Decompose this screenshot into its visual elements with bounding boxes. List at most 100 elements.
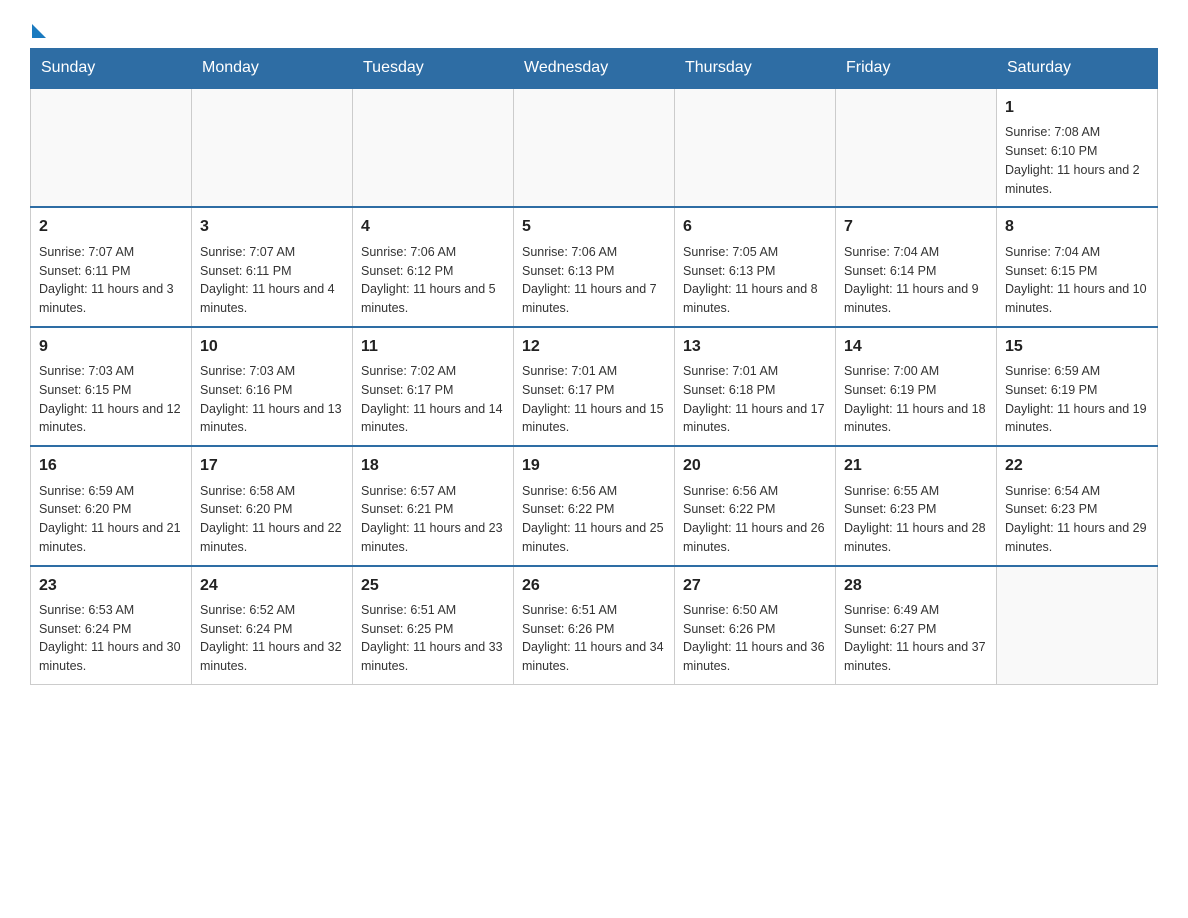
- day-number: 12: [522, 336, 666, 358]
- calendar-header-row: SundayMondayTuesdayWednesdayThursdayFrid…: [31, 49, 1158, 89]
- day-info: Sunrise: 6:51 AM Sunset: 6:26 PM Dayligh…: [522, 601, 666, 676]
- calendar-day-cell: 20 Sunrise: 6:56 AM Sunset: 6:22 PM Dayli…: [675, 446, 836, 565]
- calendar-day-cell: 24 Sunrise: 6:52 AM Sunset: 6:24 PM Dayli…: [192, 566, 353, 685]
- calendar-day-cell: 8 Sunrise: 7:04 AM Sunset: 6:15 PM Daylig…: [997, 207, 1158, 326]
- calendar-table: SundayMondayTuesdayWednesdayThursdayFrid…: [30, 48, 1158, 685]
- calendar-day-cell: [997, 566, 1158, 685]
- day-number: 21: [844, 455, 988, 477]
- day-info: Sunrise: 6:54 AM Sunset: 6:23 PM Dayligh…: [1005, 482, 1149, 557]
- calendar-day-cell: [192, 88, 353, 207]
- day-info: Sunrise: 6:56 AM Sunset: 6:22 PM Dayligh…: [522, 482, 666, 557]
- logo: [30, 20, 46, 38]
- day-number: 27: [683, 575, 827, 597]
- calendar-day-cell: 1 Sunrise: 7:08 AM Sunset: 6:10 PM Daylig…: [997, 88, 1158, 207]
- calendar-day-cell: [514, 88, 675, 207]
- day-info: Sunrise: 6:52 AM Sunset: 6:24 PM Dayligh…: [200, 601, 344, 676]
- day-info: Sunrise: 7:05 AM Sunset: 6:13 PM Dayligh…: [683, 243, 827, 318]
- day-info: Sunrise: 6:57 AM Sunset: 6:21 PM Dayligh…: [361, 482, 505, 557]
- day-number: 5: [522, 216, 666, 238]
- day-info: Sunrise: 6:50 AM Sunset: 6:26 PM Dayligh…: [683, 601, 827, 676]
- day-number: 20: [683, 455, 827, 477]
- day-number: 3: [200, 216, 344, 238]
- calendar-day-header: Tuesday: [353, 49, 514, 89]
- calendar-day-cell: 26 Sunrise: 6:51 AM Sunset: 6:26 PM Dayli…: [514, 566, 675, 685]
- day-number: 4: [361, 216, 505, 238]
- day-info: Sunrise: 7:04 AM Sunset: 6:15 PM Dayligh…: [1005, 243, 1149, 318]
- day-info: Sunrise: 6:56 AM Sunset: 6:22 PM Dayligh…: [683, 482, 827, 557]
- day-info: Sunrise: 6:53 AM Sunset: 6:24 PM Dayligh…: [39, 601, 183, 676]
- calendar-day-cell: 7Sunrise: 7:04 AM Sunset: 6:14 PM Daylig…: [836, 207, 997, 326]
- day-number: 24: [200, 575, 344, 597]
- calendar-day-cell: 4 Sunrise: 7:06 AM Sunset: 6:12 PM Daylig…: [353, 207, 514, 326]
- day-number: 25: [361, 575, 505, 597]
- calendar-day-cell: 27 Sunrise: 6:50 AM Sunset: 6:26 PM Dayli…: [675, 566, 836, 685]
- day-info: Sunrise: 7:01 AM Sunset: 6:18 PM Dayligh…: [683, 362, 827, 437]
- calendar-day-cell: 12 Sunrise: 7:01 AM Sunset: 6:17 PM Dayli…: [514, 327, 675, 446]
- day-number: 1: [1005, 97, 1149, 119]
- logo-arrow-icon: [32, 24, 46, 38]
- calendar-day-cell: 13 Sunrise: 7:01 AM Sunset: 6:18 PM Dayli…: [675, 327, 836, 446]
- day-number: 6: [683, 216, 827, 238]
- calendar-day-cell: 25 Sunrise: 6:51 AM Sunset: 6:25 PM Dayli…: [353, 566, 514, 685]
- day-number: 16: [39, 455, 183, 477]
- day-info: Sunrise: 6:51 AM Sunset: 6:25 PM Dayligh…: [361, 601, 505, 676]
- calendar-day-cell: 19 Sunrise: 6:56 AM Sunset: 6:22 PM Dayli…: [514, 446, 675, 565]
- day-info: Sunrise: 6:55 AM Sunset: 6:23 PM Dayligh…: [844, 482, 988, 557]
- calendar-day-cell: 10 Sunrise: 7:03 AM Sunset: 6:16 PM Dayli…: [192, 327, 353, 446]
- calendar-day-cell: [31, 88, 192, 207]
- day-number: 19: [522, 455, 666, 477]
- day-number: 26: [522, 575, 666, 597]
- day-info: Sunrise: 7:07 AM Sunset: 6:11 PM Dayligh…: [39, 243, 183, 318]
- day-info: Sunrise: 7:03 AM Sunset: 6:16 PM Dayligh…: [200, 362, 344, 437]
- day-number: 13: [683, 336, 827, 358]
- calendar-day-cell: 3 Sunrise: 7:07 AM Sunset: 6:11 PM Daylig…: [192, 207, 353, 326]
- day-number: 15: [1005, 336, 1149, 358]
- day-number: 17: [200, 455, 344, 477]
- calendar-week-row: 23 Sunrise: 6:53 AM Sunset: 6:24 PM Dayli…: [31, 566, 1158, 685]
- calendar-day-cell: 15 Sunrise: 6:59 AM Sunset: 6:19 PM Dayli…: [997, 327, 1158, 446]
- calendar-day-header: Saturday: [997, 49, 1158, 89]
- calendar-week-row: 16 Sunrise: 6:59 AM Sunset: 6:20 PM Dayli…: [31, 446, 1158, 565]
- day-info: Sunrise: 7:01 AM Sunset: 6:17 PM Dayligh…: [522, 362, 666, 437]
- calendar-week-row: 9 Sunrise: 7:03 AM Sunset: 6:15 PM Daylig…: [31, 327, 1158, 446]
- calendar-day-header: Friday: [836, 49, 997, 89]
- day-info: Sunrise: 6:58 AM Sunset: 6:20 PM Dayligh…: [200, 482, 344, 557]
- calendar-day-header: Thursday: [675, 49, 836, 89]
- day-number: 8: [1005, 216, 1149, 238]
- calendar-day-header: Wednesday: [514, 49, 675, 89]
- calendar-week-row: 1 Sunrise: 7:08 AM Sunset: 6:10 PM Daylig…: [31, 88, 1158, 207]
- calendar-day-cell: 11 Sunrise: 7:02 AM Sunset: 6:17 PM Dayli…: [353, 327, 514, 446]
- day-number: 28: [844, 575, 988, 597]
- day-info: Sunrise: 6:59 AM Sunset: 6:19 PM Dayligh…: [1005, 362, 1149, 437]
- day-number: 7: [844, 216, 988, 238]
- page-header: [30, 20, 1158, 38]
- day-info: Sunrise: 6:59 AM Sunset: 6:20 PM Dayligh…: [39, 482, 183, 557]
- calendar-day-cell: 17 Sunrise: 6:58 AM Sunset: 6:20 PM Dayli…: [192, 446, 353, 565]
- calendar-day-cell: 22Sunrise: 6:54 AM Sunset: 6:23 PM Dayli…: [997, 446, 1158, 565]
- day-info: Sunrise: 7:07 AM Sunset: 6:11 PM Dayligh…: [200, 243, 344, 318]
- day-number: 9: [39, 336, 183, 358]
- calendar-day-cell: 9 Sunrise: 7:03 AM Sunset: 6:15 PM Daylig…: [31, 327, 192, 446]
- day-number: 10: [200, 336, 344, 358]
- day-number: 23: [39, 575, 183, 597]
- day-info: Sunrise: 7:02 AM Sunset: 6:17 PM Dayligh…: [361, 362, 505, 437]
- calendar-day-cell: [353, 88, 514, 207]
- day-info: Sunrise: 7:00 AM Sunset: 6:19 PM Dayligh…: [844, 362, 988, 437]
- calendar-week-row: 2 Sunrise: 7:07 AM Sunset: 6:11 PM Daylig…: [31, 207, 1158, 326]
- day-info: Sunrise: 7:06 AM Sunset: 6:13 PM Dayligh…: [522, 243, 666, 318]
- day-number: 18: [361, 455, 505, 477]
- calendar-day-cell: 18 Sunrise: 6:57 AM Sunset: 6:21 PM Dayli…: [353, 446, 514, 565]
- day-info: Sunrise: 6:49 AM Sunset: 6:27 PM Dayligh…: [844, 601, 988, 676]
- calendar-day-cell: [675, 88, 836, 207]
- day-info: Sunrise: 7:03 AM Sunset: 6:15 PM Dayligh…: [39, 362, 183, 437]
- calendar-day-cell: 21 Sunrise: 6:55 AM Sunset: 6:23 PM Dayli…: [836, 446, 997, 565]
- calendar-day-cell: 6 Sunrise: 7:05 AM Sunset: 6:13 PM Daylig…: [675, 207, 836, 326]
- calendar-day-header: Monday: [192, 49, 353, 89]
- day-number: 2: [39, 216, 183, 238]
- calendar-day-cell: 5 Sunrise: 7:06 AM Sunset: 6:13 PM Daylig…: [514, 207, 675, 326]
- calendar-day-cell: [836, 88, 997, 207]
- calendar-day-header: Sunday: [31, 49, 192, 89]
- day-info: Sunrise: 7:06 AM Sunset: 6:12 PM Dayligh…: [361, 243, 505, 318]
- day-number: 11: [361, 336, 505, 358]
- day-info: Sunrise: 7:08 AM Sunset: 6:10 PM Dayligh…: [1005, 123, 1149, 198]
